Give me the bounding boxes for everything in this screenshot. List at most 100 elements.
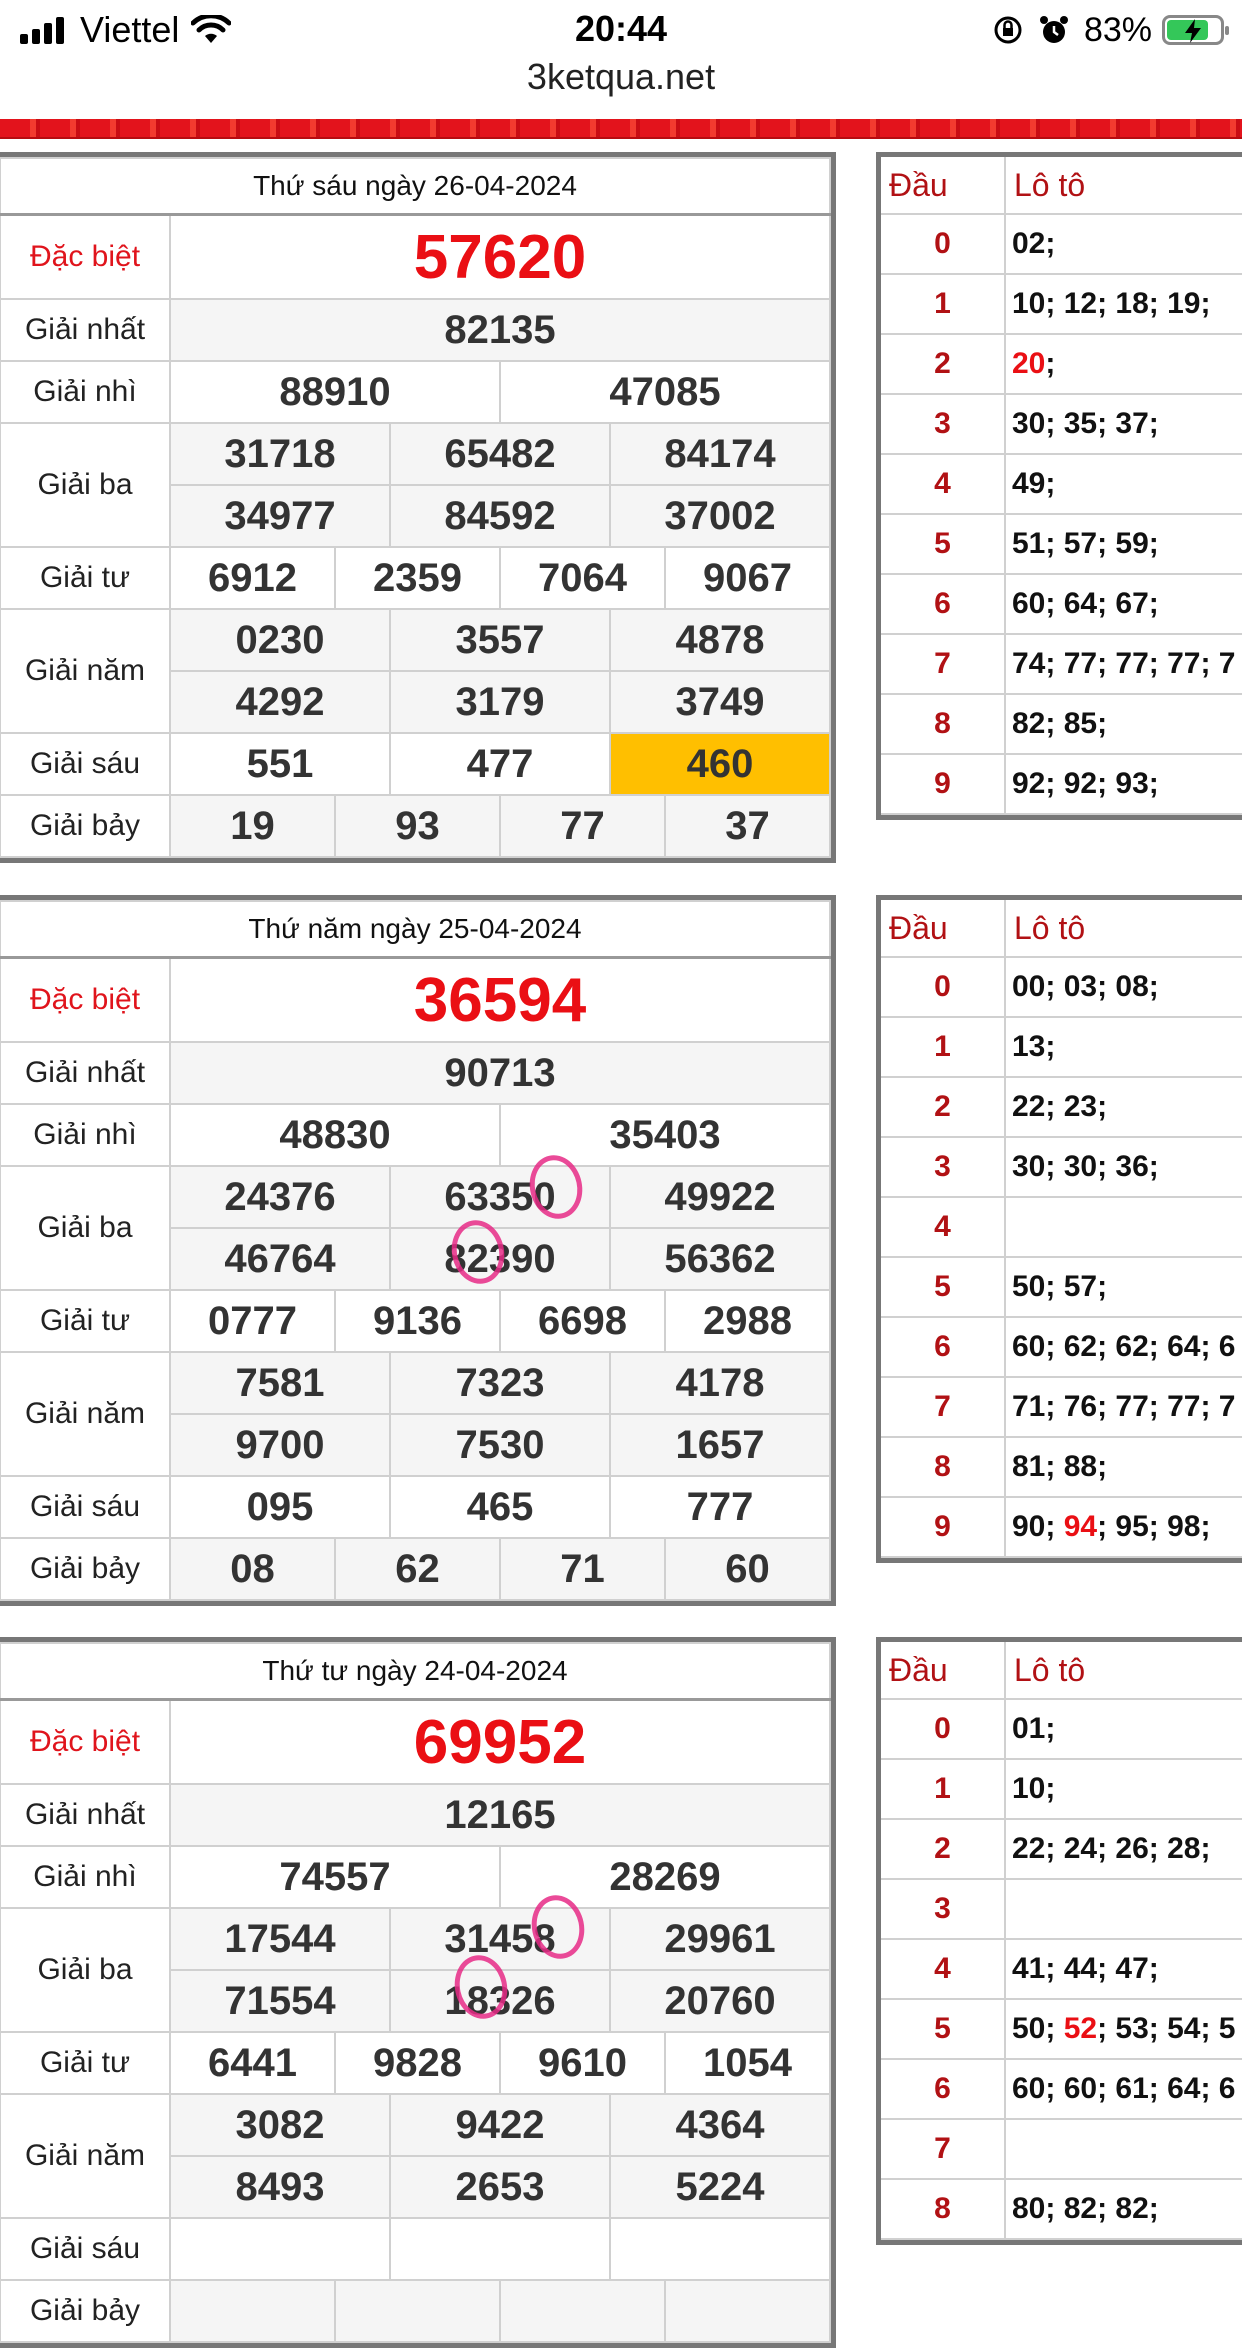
special-prize-number: 36594 [169,956,831,1043]
prize-number: 3749 [609,670,831,734]
loto-row: 1 10; [881,1759,1242,1820]
prize-number: 9610 [499,2031,666,2095]
prize-label: Đặc biệt [0,956,171,1043]
loto-values-text: 10; 12; 18; 19; [1012,287,1211,320]
prize-number: 460 [609,732,831,796]
loto-head-digit: 0 [881,1699,1006,1760]
loto-values-text: 22; 23; [1012,1090,1108,1123]
loto-values: 49; [1005,454,1242,515]
prize-number: 93 [334,794,501,858]
loto-values-text: 50; [1012,2012,1064,2045]
prize-label: Giải bảy [0,794,171,858]
prize-number: 9700 [169,1413,391,1477]
loto-values-text: 13; [1012,1030,1056,1063]
prize-label: Giải nhì [0,1845,171,1909]
prize-number: 71 [499,1537,666,1601]
prize-number: 60 [664,1537,831,1601]
loto-row: 1 10; 12; 18; 19; [881,274,1242,335]
loto-values-text: 50; 57; [1012,1270,1108,1303]
result-table: Thứ tư ngày 24-04-2024 Đặc biệt 69952 Giải … [0,1637,836,2348]
prize-number: 84174 [609,422,831,486]
prize-label: Giải bảy [0,1537,171,1601]
prize-number: 65482 [389,422,611,486]
loto-values: 20; [1005,334,1242,395]
loto-values-text: 01; [1012,1712,1056,1745]
prize-label: Giải nhất [0,298,171,362]
loto-values [1005,1197,1242,1258]
loto-head-digit: 0 [881,957,1006,1018]
loto-row: 2 20; [881,334,1242,395]
loto-values-text: 22; 24; 26; 28; [1012,1832,1211,1865]
loto-row: 8 80; 82; 82; [881,2179,1242,2240]
loto-values: 90; 94; 95; 98; [1005,1497,1242,1558]
prize-label: Giải nhì [0,1103,171,1167]
prize-number: 12165 [169,1783,831,1847]
prize-number: 7530 [389,1413,611,1477]
header-banner [0,119,1242,139]
loto-values-text: 30; 30; 36; [1012,1150,1159,1183]
loto-values-text: 60; 60; 61; 64; 6 [1012,2072,1236,2105]
loto-head-digit: 6 [881,2059,1006,2120]
prize-label: Giải bảy [0,2279,171,2343]
loto-head-digit: 1 [881,274,1006,335]
prize-number: 08 [169,1537,336,1601]
loto-values-text: 71; 76; 77; 77; 7 [1012,1390,1236,1423]
prize-number: 35403 [499,1103,831,1167]
prize-number: 84592 [389,484,611,548]
address-url[interactable]: 3ketqua.net [0,56,1242,98]
loto-row: 0 00; 03; 08; [881,957,1242,1018]
loto-row: 4 41; 44; 47; [881,1939,1242,2000]
loto-head-loto: Lô tô [1005,900,1242,958]
prize-number: 37 [664,794,831,858]
loto-values-text: 10; [1012,1772,1056,1805]
loto-values-text: 74; 77; 77; 77; 7 [1012,647,1236,680]
prize-number [169,2279,336,2343]
prize-number: 49922 [609,1165,831,1229]
prize-number: 28269 [499,1845,831,1909]
prize-label: Giải nhất [0,1783,171,1847]
prize-number: 8493 [169,2155,391,2219]
loto-row: 8 81; 88; [881,1437,1242,1498]
prize-label: Giải sáu [0,1475,171,1539]
prize-number: 4178 [609,1351,831,1415]
prize-number: 29961 [609,1907,831,1971]
orientation-lock-icon [994,16,1022,44]
prize-number: 0777 [169,1289,336,1353]
prize-number: 1657 [609,1413,831,1477]
loto-head-digit: 2 [881,334,1006,395]
prize-label: Giải nhì [0,360,171,424]
prize-number: 2988 [664,1289,831,1353]
loto-values-text: 80; 82; 82; [1012,2192,1159,2225]
loto-values: 13; [1005,1017,1242,1078]
loto-values-text: 92; 92; 93; [1012,767,1159,800]
prize-number: 82135 [169,298,831,362]
loto-head-digit: 7 [881,634,1006,695]
prize-label: Đặc biệt [0,1698,171,1785]
special-prize-number: 69952 [169,1698,831,1785]
loto-row: 3 30; 30; 36; [881,1137,1242,1198]
loto-head-dau: Đầu [881,157,1006,215]
loto-head-digit: 1 [881,1017,1006,1078]
prize-number: 82390 [389,1227,611,1291]
prize-number: 2359 [334,546,501,610]
prize-number [169,2217,391,2281]
prize-number: 1054 [664,2031,831,2095]
prize-label: Giải năm [0,1351,171,1477]
battery-percent: 83% [1083,10,1152,49]
loto-values-rest: ; [1045,347,1056,380]
prize-number: 24376 [169,1165,391,1229]
prize-number [609,2217,831,2281]
loto-row: 3 [881,1879,1242,1940]
loto-values: 50; 57; [1005,1257,1242,1318]
prize-label: Giải nhất [0,1041,171,1105]
loto-row: 5 50; 52; 53; 54; 5 [881,1999,1242,2060]
prize-label: Giải tư [0,2031,171,2095]
loto-values: 81; 88; [1005,1437,1242,1498]
loto-head-digit: 5 [881,1999,1006,2060]
prize-number: 56362 [609,1227,831,1291]
loto-values: 51; 57; 59; [1005,514,1242,575]
loto-row: 7 71; 76; 77; 77; 7 [881,1377,1242,1438]
loto-values: 00; 03; 08; [1005,957,1242,1018]
loto-values: 30; 35; 37; [1005,394,1242,455]
prize-number: 18326 [389,1969,611,2033]
